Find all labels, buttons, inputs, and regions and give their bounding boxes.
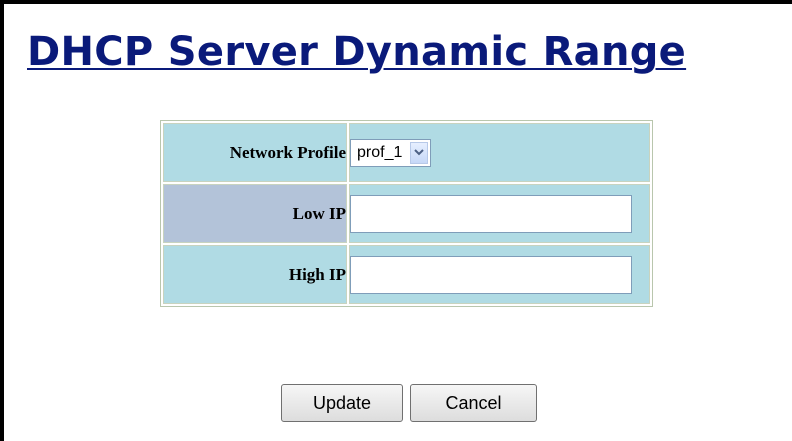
network-profile-select[interactable]: prof_1 — [350, 138, 432, 167]
network-profile-cell: prof_1 — [349, 123, 650, 182]
update-button[interactable]: Update — [281, 384, 403, 422]
dynamic-range-form: Network Profile prof_1 Low IP High IP — [160, 120, 653, 307]
window-frame-top — [0, 0, 792, 4]
low-ip-cell — [349, 184, 650, 243]
network-profile-label: Network Profile — [163, 123, 347, 182]
high-ip-cell — [349, 245, 650, 304]
network-profile-row: Network Profile prof_1 — [163, 123, 650, 182]
high-ip-row: High IP — [163, 245, 650, 304]
cancel-button[interactable]: Cancel — [410, 384, 537, 422]
low-ip-row: Low IP — [163, 184, 650, 243]
high-ip-input[interactable] — [350, 255, 632, 294]
low-ip-input[interactable] — [350, 194, 632, 233]
low-ip-label: Low IP — [163, 184, 347, 243]
network-profile-selected-value: prof_1 — [357, 143, 403, 161]
high-ip-label: High IP — [163, 245, 347, 304]
chevron-down-icon[interactable] — [410, 141, 429, 164]
window-frame-left — [0, 0, 4, 441]
page-title: DHCP Server Dynamic Range — [27, 29, 687, 75]
